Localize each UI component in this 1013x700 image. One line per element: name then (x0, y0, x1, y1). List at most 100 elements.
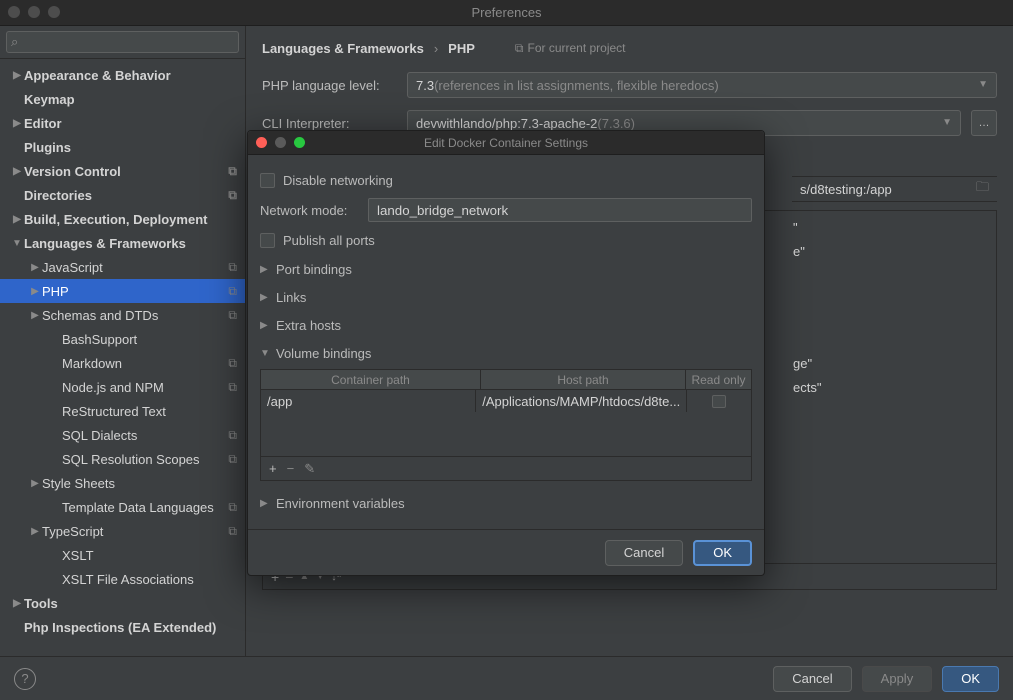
php-level-select[interactable]: 7.3 (references in list assignments, fle… (407, 72, 997, 98)
copy-icon: ⧉ (228, 260, 239, 275)
copy-icon: ⧉ (228, 524, 239, 539)
sidebar-item-sql-dialects[interactable]: SQL Dialects⧉ (0, 423, 245, 447)
sidebar: ⌕ ▶Appearance & BehaviorKeymap▶EditorPlu… (0, 26, 246, 656)
arrow-icon: ▶ (28, 310, 42, 321)
sidebar-item-php-inspections-ea-extended-[interactable]: Php Inspections (EA Extended) (0, 615, 245, 639)
maximize-icon[interactable] (48, 6, 60, 18)
arrow-icon: ▶ (10, 166, 24, 177)
sidebar-item-label: Node.js and NPM (62, 380, 164, 395)
minimize-icon[interactable] (275, 137, 286, 148)
path-field[interactable]: s/d8testing:/app 🗀 (792, 176, 997, 202)
titlebar: Preferences (0, 0, 1013, 26)
arrow-icon: ▼ (10, 238, 24, 249)
remove-icon[interactable]: − (287, 461, 295, 476)
folder-icon[interactable]: 🗀 (976, 178, 989, 200)
cancel-button[interactable]: Cancel (773, 666, 851, 692)
sidebar-item-typescript[interactable]: ▶TypeScript ⧉ (0, 519, 245, 543)
copy-icon: ⧉ (228, 452, 239, 467)
docker-settings-dialog: Edit Docker Container Settings Disable n… (247, 130, 765, 576)
arrow-icon: ▶ (28, 262, 42, 273)
help-button[interactable]: ? (14, 668, 36, 690)
extra-hosts-section[interactable]: ▶Extra hosts (260, 311, 752, 339)
sidebar-item-label: XSLT (62, 548, 94, 563)
sidebar-item-label: Markdown (62, 356, 122, 371)
copy-icon: ⧉ (228, 500, 239, 515)
sidebar-item-appearance-behavior[interactable]: ▶Appearance & Behavior (0, 63, 245, 87)
chevron-down-icon: ▼ (942, 117, 952, 128)
sidebar-item-markdown[interactable]: Markdown ⧉ (0, 351, 245, 375)
sidebar-item-editor[interactable]: ▶Editor (0, 111, 245, 135)
sidebar-item-languages-frameworks[interactable]: ▼Languages & Frameworks (0, 231, 245, 255)
breadcrumb-a: Languages & Frameworks (262, 41, 424, 56)
arrow-icon: ▶ (28, 286, 42, 297)
sidebar-item-label: Keymap (24, 92, 75, 107)
links-section[interactable]: ▶Links (260, 283, 752, 311)
chevron-down-icon: ▼ (978, 79, 988, 90)
sidebar-item-xslt-file-associations[interactable]: XSLT File Associations (0, 567, 245, 591)
disable-networking-checkbox[interactable] (260, 173, 275, 188)
sidebar-item-xslt[interactable]: XSLT (0, 543, 245, 567)
sidebar-item-directories[interactable]: Directories⧉ (0, 183, 245, 207)
sidebar-item-schemas-and-dtds[interactable]: ▶Schemas and DTDs ⧉ (0, 303, 245, 327)
traffic-lights (8, 6, 60, 18)
search-icon: ⌕ (11, 34, 18, 50)
env-vars-section[interactable]: ▶Environment variables (260, 489, 752, 517)
sidebar-item-label: TypeScript (42, 524, 103, 539)
volume-bindings-section[interactable]: ▼Volume bindings (260, 339, 752, 367)
footer: ? Cancel Apply OK (0, 656, 1013, 700)
sidebar-item-label: Template Data Languages (62, 500, 214, 515)
sidebar-item-node-js-and-npm[interactable]: Node.js and NPM⧉ (0, 375, 245, 399)
apply-button[interactable]: Apply (862, 666, 933, 692)
sidebar-item-label: Plugins (24, 140, 71, 155)
sidebar-item-bashsupport[interactable]: BashSupport (0, 327, 245, 351)
sidebar-item-build-execution-deployment[interactable]: ▶Build, Execution, Deployment (0, 207, 245, 231)
sidebar-item-tools[interactable]: ▶Tools (0, 591, 245, 615)
sidebar-item-label: Style Sheets (42, 476, 115, 491)
sidebar-item-plugins[interactable]: Plugins (0, 135, 245, 159)
copy-icon: ⧉ (228, 308, 239, 323)
sidebar-item-label: Schemas and DTDs (42, 308, 158, 323)
disable-networking-label: Disable networking (283, 173, 393, 188)
sidebar-item-template-data-languages[interactable]: Template Data Languages ⧉ (0, 495, 245, 519)
sidebar-item-restructured-text[interactable]: ReStructured Text (0, 399, 245, 423)
publish-ports-checkbox[interactable] (260, 233, 275, 248)
sidebar-item-label: PHP (42, 284, 69, 299)
minimize-icon[interactable] (28, 6, 40, 18)
sidebar-item-style-sheets[interactable]: ▶Style Sheets (0, 471, 245, 495)
sidebar-item-label: Editor (24, 116, 62, 131)
sidebar-item-javascript[interactable]: ▶JavaScript⧉ (0, 255, 245, 279)
copy-icon: ⧉ (228, 164, 239, 179)
port-bindings-section[interactable]: ▶Port bindings (260, 255, 752, 283)
sidebar-item-php[interactable]: ▶PHP⧉ (0, 279, 245, 303)
cli-more-button[interactable]: … (971, 110, 997, 136)
window-title: Preferences (471, 5, 541, 20)
network-mode-input[interactable] (368, 198, 752, 222)
network-mode-label: Network mode: (260, 203, 360, 218)
arrow-icon: ▶ (28, 478, 42, 489)
sidebar-item-sql-resolution-scopes[interactable]: SQL Resolution Scopes ⧉ (0, 447, 245, 471)
sidebar-item-version-control[interactable]: ▶Version Control ⧉ (0, 159, 245, 183)
edit-icon[interactable]: ✎ (304, 461, 315, 477)
readonly-checkbox[interactable] (712, 395, 726, 408)
arrow-icon: ▶ (10, 70, 24, 81)
maximize-icon[interactable] (294, 137, 305, 148)
close-icon[interactable] (256, 137, 267, 148)
sidebar-item-keymap[interactable]: Keymap (0, 87, 245, 111)
sidebar-item-label: SQL Resolution Scopes (62, 452, 200, 467)
ok-button[interactable]: OK (942, 666, 999, 692)
add-icon[interactable]: + (269, 461, 277, 476)
search-input[interactable] (6, 31, 239, 53)
copy-icon: ⧉ (228, 356, 239, 371)
modal-titlebar: Edit Docker Container Settings (248, 131, 764, 155)
sidebar-item-label: ReStructured Text (62, 404, 166, 419)
modal-cancel-button[interactable]: Cancel (605, 540, 683, 566)
sidebar-item-label: Languages & Frameworks (24, 236, 186, 251)
volume-row[interactable]: /app /Applications/MAMP/htdocs/d8te... (261, 390, 751, 412)
php-level-label: PHP language level: (262, 78, 397, 93)
sidebar-item-label: Version Control (24, 164, 121, 179)
close-icon[interactable] (8, 6, 20, 18)
sidebar-item-label: SQL Dialects (62, 428, 137, 443)
breadcrumb-b: PHP (448, 41, 475, 56)
arrow-icon: ▶ (28, 526, 42, 537)
modal-ok-button[interactable]: OK (693, 540, 752, 566)
